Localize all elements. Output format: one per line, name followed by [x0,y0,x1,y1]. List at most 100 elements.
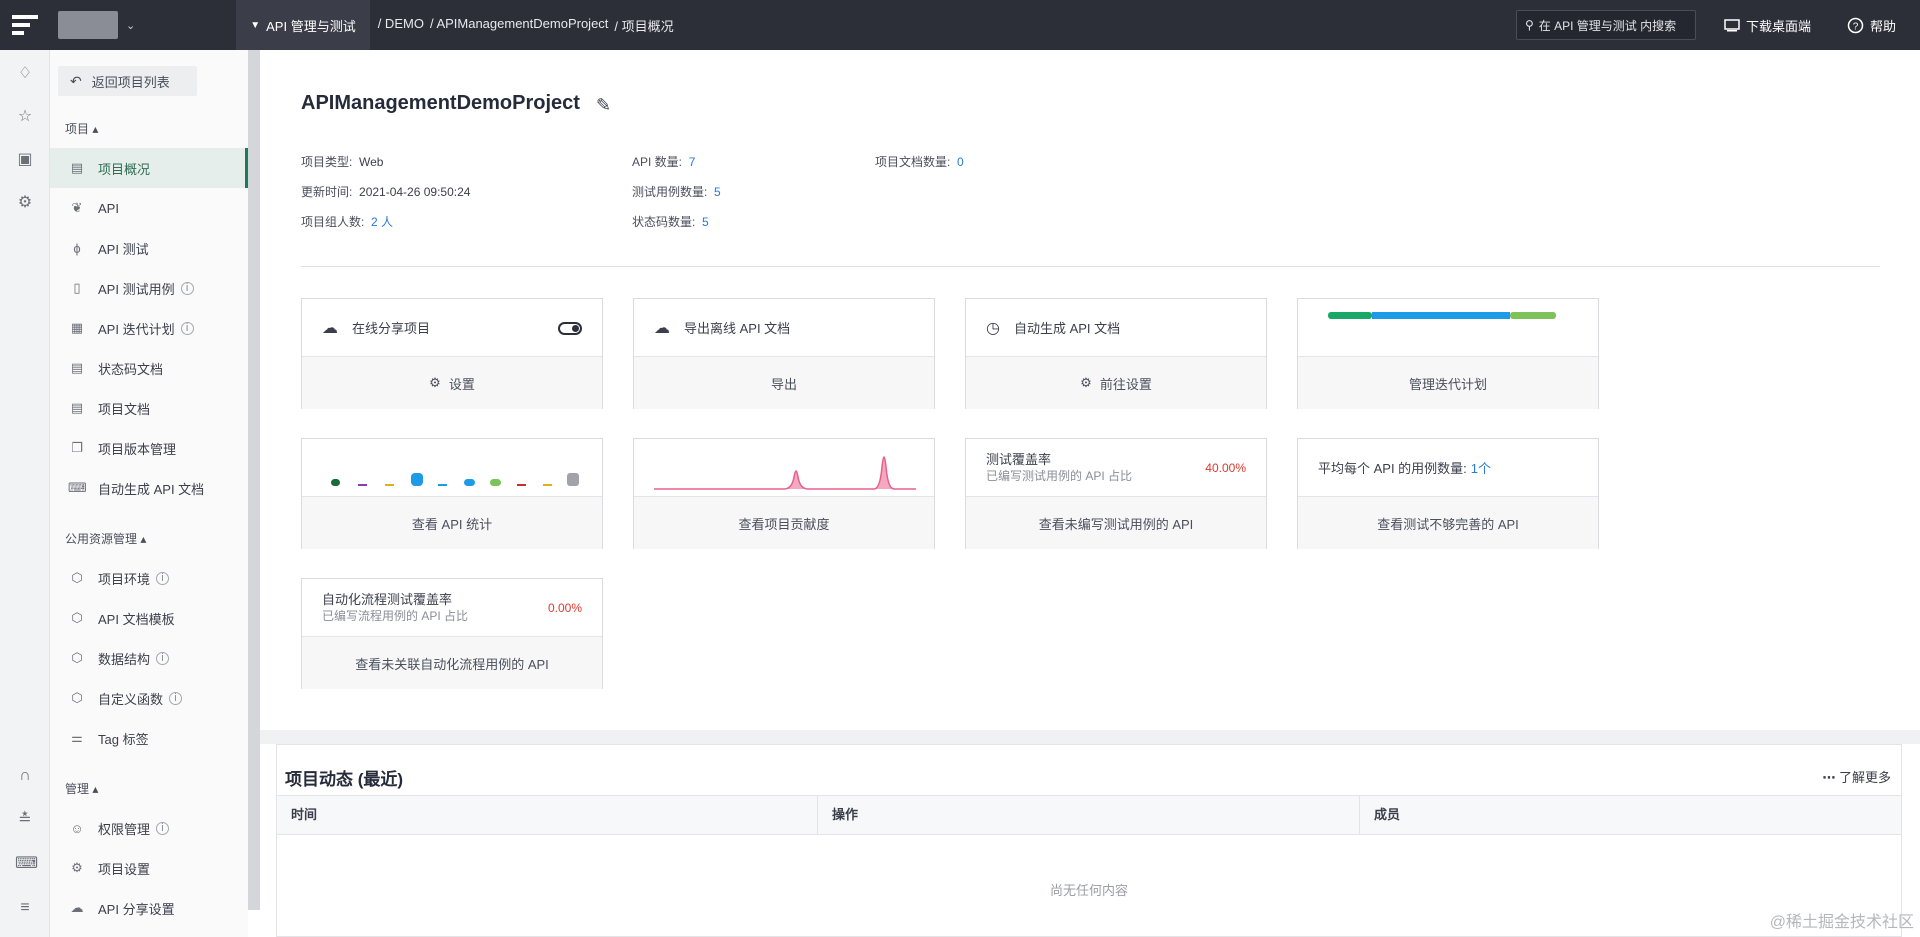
module-label: API 管理与测试 [266,18,356,34]
card-iteration-plan: 管理迭代计划 [1297,298,1599,409]
sidebar-item-autogen[interactable]: ⌨ 自动生成 API 文档 [50,468,248,508]
sidebar-item-data-structures[interactable]: ⬡ 数据结构 i [50,638,248,678]
card-view-incomplete-button[interactable]: 查看测试不够完善的 API [1298,497,1598,549]
info-icon[interactable]: i [156,821,170,835]
sidebar-item-permissions[interactable]: ☺ 权限管理 i [50,808,248,848]
sidebar-item-status-codes[interactable]: ▤ 状态码文档 [50,348,248,388]
module-switcher[interactable]: ▼ API 管理与测试 [236,0,370,50]
card-view-contribution-button[interactable]: 查看项目贡献度 [634,497,934,549]
user-permission-icon: ☺ [70,820,84,836]
project-sidebar: ↶ 返回项目列表 项目 ▴ ▤ 项目概况 ❦ API ϕ API 测试 ▯ API 测试… [50,50,248,937]
sidebar-item-share-settings[interactable]: ☁ API 分享设置 [50,888,248,928]
undo-arrow-icon: ↶ [70,72,82,89]
info-icon[interactable]: i [169,691,183,705]
shirt-icon[interactable]: ▣ [15,150,35,170]
info-icon[interactable]: i [180,321,194,335]
versions-icon: ❐ [71,440,83,455]
app-logo[interactable] [0,0,50,50]
column-header-member[interactable]: 成员 [1360,796,1901,834]
back-to-project-list-button[interactable]: ↶ 返回项目列表 [58,66,197,96]
meta-value-link[interactable]: 0 [957,155,964,169]
sidebar-item-iteration[interactable]: ▦ API 迭代计划 i [50,308,248,348]
info-icon[interactable]: i [156,651,170,665]
headset-icon[interactable]: ∩ [15,766,35,786]
card-view-uncovered-button[interactable]: 查看未编写测试用例的 API [966,497,1266,549]
help-link[interactable]: ? 帮助 [1847,16,1896,35]
breadcrumb-demo[interactable]: / DEMO [378,16,424,35]
column-header-operation[interactable]: 操作 [818,796,1360,834]
cloud-icon: ☁ [322,319,338,337]
sidebar-item-project-settings[interactable]: ⚙ 项目设置 [50,848,248,888]
gear-icon[interactable]: ⚙ [15,193,35,213]
meta-label: 项目文档数量: [875,155,951,169]
sidebar-item-api-test[interactable]: ϕ API 测试 [50,228,248,268]
meta-value-link[interactable]: 7 [689,155,696,169]
card-flow-coverage: 自动化流程测试覆盖率 已编写流程用例的 API 占比 0.00% 查看未关联自动… [301,578,603,689]
search-icon: ⚲ [1525,18,1534,32]
sidebar-item-project-docs[interactable]: ▤ 项目文档 [50,388,248,428]
menu-lines-icon[interactable]: ≡ [15,898,35,918]
group-project-toggle[interactable]: 项目 ▴ [65,120,98,137]
sidebar-item-api[interactable]: ❦ API [50,188,248,228]
card-goto-settings-button[interactable]: ⚙ 前往设置 [966,357,1266,409]
more-link[interactable]: ⋯ 了解更多 [1822,767,1891,786]
sidebar-item-api-test-cases[interactable]: ▯ API 测试用例 i [50,268,248,308]
collapse-down-icon[interactable]: ≛ [15,810,35,830]
sidebar-item-label: 项目版本管理 [98,441,177,457]
star-icon[interactable]: ☆ [15,107,35,127]
flow-coverage-percent: 0.00% [547,601,582,615]
sidebar-item-label: API [98,200,119,216]
meta-value-link[interactable]: 5 [702,215,709,229]
card-title: 导出离线 API 文档 [684,321,791,336]
search-input[interactable]: ⚲ 在 API 管理与测试 内搜索 [1516,10,1696,40]
group-admin-toggle[interactable]: 管理 ▴ [65,780,98,797]
column-header-time[interactable]: 时间 [277,796,818,834]
card-action-label: 查看测试不够完善的 API [1377,516,1519,532]
more-label: 了解更多 [1838,770,1891,785]
sidebar-item-custom-functions[interactable]: ⬡ 自定义函数 i [50,678,248,718]
monitor-icon [1724,19,1740,32]
card-view-unlinked-flow-button[interactable]: 查看未关联自动化流程用例的 API [302,637,602,689]
sidebar-item-overview[interactable]: ▤ 项目概况 [50,148,248,188]
breadcrumb-project[interactable]: / APIManagementDemoProject [430,16,608,35]
meta-value-link[interactable]: 5 [714,185,721,199]
share-toggle[interactable] [558,322,582,335]
back-label: 返回项目列表 [91,74,170,90]
download-label: 下载桌面端 [1746,19,1812,34]
card-test-coverage: 测试覆盖率 已编写测试用例的 API 占比 40.00% 查看未编写测试用例的 … [965,438,1267,549]
edit-pencil-icon[interactable]: ✎ [596,95,611,116]
meta-members: 项目组人数: 2 人 [301,213,393,230]
info-icon[interactable]: i [156,571,170,585]
group-public-toggle[interactable]: 公用资源管理 ▴ [65,530,146,547]
download-desktop-link[interactable]: 下载桌面端 [1724,16,1811,35]
section-separator [260,730,1920,744]
meta-label: 测试用例数量: [632,185,708,199]
meta-value-link[interactable]: 2 人 [371,215,393,229]
project-avatar[interactable] [58,11,118,39]
sidebar-item-environments[interactable]: ⬡ 项目环境 i [50,558,248,598]
keyboard-icon[interactable]: ⌨ [15,854,38,874]
sidebar-item-label: 数据结构 [98,651,151,667]
chevron-down-icon[interactable]: ⌄ [126,19,135,32]
sidebar-item-tags[interactable]: ⚌ Tag 标签 [50,718,248,758]
calendar-icon: ▦ [70,320,84,335]
help-label: 帮助 [1870,19,1897,34]
sidebar-scrollbar[interactable] [248,50,260,910]
empty-state-text: 尚无任何内容 [1049,883,1128,898]
card-share-settings-button[interactable]: ⚙ 设置 [302,357,602,409]
sidebar-item-doc-templates[interactable]: ⬡ API 文档模板 [50,598,248,638]
bell-icon[interactable]: ♢ [15,64,35,84]
meta-updated-time: 更新时间: 2021-04-26 09:50:24 [301,183,470,200]
card-export-button[interactable]: 导出 [634,357,934,409]
info-icon[interactable]: i [180,281,194,295]
robot-icon: ⌨ [68,480,87,495]
meta-value: 2021-04-26 09:50:24 [359,185,471,199]
sidebar-item-versions[interactable]: ❐ 项目版本管理 [50,428,248,468]
card-manage-iteration-button[interactable]: 管理迭代计划 [1298,357,1598,409]
chevron-down-icon: ▼ [250,19,261,31]
top-bar: ⌄ ▼ API 管理与测试 / DEMO / APIManagementDemo… [0,0,1920,50]
meta-label: 更新时间: [301,185,353,199]
sidebar-item-label: 自动生成 API 文档 [98,481,205,497]
card-view-api-stats-button[interactable]: 查看 API 统计 [302,497,602,549]
card-action-label: 查看项目贡献度 [738,516,830,532]
